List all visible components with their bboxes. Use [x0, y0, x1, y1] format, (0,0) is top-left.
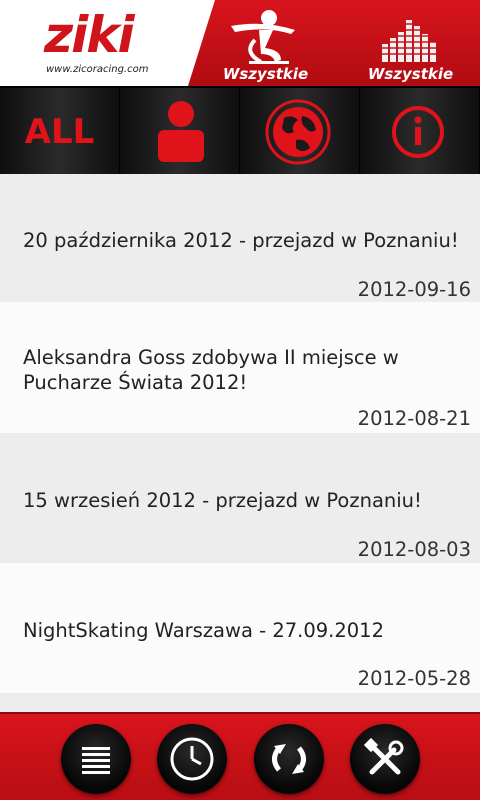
news-date: 2012-08-21 [357, 407, 471, 430]
news-list: 20 października 2012 - przejazd w Poznan… [0, 174, 480, 712]
filter-level-label: Wszystkie [367, 65, 454, 83]
logo-url: www.zicoracing.com [46, 64, 149, 75]
globe-icon [265, 99, 331, 165]
category-info[interactable] [360, 88, 480, 176]
list-item[interactable]: NightSkating Warszawa - 27.09.2012 2012-… [0, 563, 480, 693]
skater-icon [231, 10, 295, 64]
news-date: 2012-05-28 [357, 667, 471, 690]
filter-level[interactable]: Wszystkie [348, 0, 473, 86]
news-date: 2012-09-16 [357, 278, 471, 301]
history-button[interactable] [157, 724, 227, 794]
news-title: NightSkating Warszawa - 27.09.2012 [23, 619, 384, 642]
clock-icon [170, 737, 214, 781]
list-button[interactable] [61, 724, 131, 794]
refresh-button[interactable] [254, 724, 324, 794]
person-icon [158, 101, 204, 162]
category-person[interactable] [120, 88, 240, 176]
category-all[interactable]: ALL [0, 88, 120, 176]
category-world[interactable] [240, 88, 360, 176]
bottom-toolbar [0, 712, 480, 800]
equalizer-icon [380, 20, 438, 62]
filter-skater-label: Wszystkie [222, 65, 309, 83]
list-item[interactable]: Aleksandra Goss zdobywa II miejsce w Puc… [0, 302, 480, 433]
info-icon [392, 106, 444, 158]
refresh-icon [272, 744, 306, 774]
settings-button[interactable] [350, 724, 420, 794]
category-bar: ALL [0, 86, 480, 176]
logo: ziki [44, 6, 135, 64]
app-screen: ziki www.zicoracing.com Wszystkie Wszyst… [0, 0, 480, 800]
filter-skater[interactable]: Wszystkie [203, 0, 328, 86]
news-title: Aleksandra Goss zdobywa II miejsce w Puc… [23, 346, 399, 394]
category-all-label: ALL [24, 112, 95, 152]
tools-icon [363, 737, 404, 775]
news-date: 2012-08-03 [357, 538, 471, 561]
list-item[interactable]: 20 października 2012 - przejazd w Poznan… [0, 174, 480, 302]
list-icon [82, 747, 110, 774]
header: ziki www.zicoracing.com Wszystkie Wszyst… [0, 0, 480, 86]
list-item[interactable]: 15 wrzesień 2012 - przejazd w Poznaniu! … [0, 433, 480, 563]
news-title: 15 wrzesień 2012 - przejazd w Poznaniu! [23, 489, 422, 512]
news-title: 20 października 2012 - przejazd w Poznan… [23, 229, 459, 252]
logo-panel: ziki www.zicoracing.com [0, 0, 215, 86]
